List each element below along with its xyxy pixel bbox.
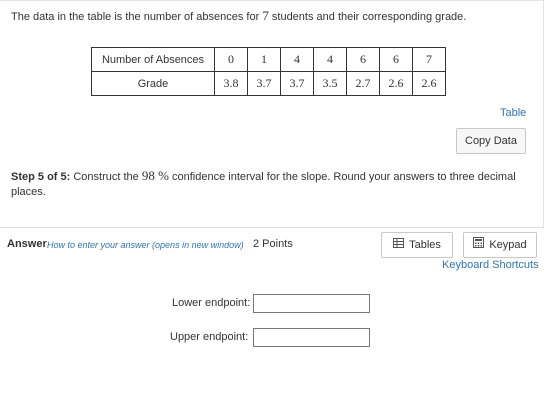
intro-before: The data in the table is the number of a… bbox=[11, 11, 260, 23]
upper-endpoint-label: Upper endpoint: bbox=[170, 331, 249, 343]
table-cell: 3.7 bbox=[280, 71, 314, 96]
answer-label: Answer bbox=[7, 238, 47, 250]
row-header-absences: Number of Absences bbox=[91, 47, 215, 72]
step-percent: 98 % bbox=[141, 168, 169, 183]
table-cell: 3.5 bbox=[313, 71, 347, 96]
lower-endpoint-label: Lower endpoint: bbox=[172, 297, 251, 309]
tables-button-label: Tables bbox=[409, 239, 441, 251]
table-cell: 2.7 bbox=[346, 71, 380, 96]
keypad-icon bbox=[473, 233, 485, 257]
table-cell: 3.8 bbox=[214, 71, 248, 96]
table-row-grade: Grade 3.8 3.7 3.7 3.5 2.7 2.6 2.6 bbox=[91, 71, 446, 96]
keypad-button[interactable]: Keypad bbox=[463, 232, 537, 258]
table-cell: 6 bbox=[379, 47, 413, 72]
table-cell: 2.6 bbox=[379, 71, 413, 96]
row-header-grade: Grade bbox=[91, 71, 215, 96]
table-cell: 4 bbox=[280, 47, 314, 72]
table-cell: 2.6 bbox=[412, 71, 446, 96]
intro-n: 7 bbox=[262, 8, 269, 23]
keyboard-shortcuts-link[interactable]: Keyboard Shortcuts bbox=[442, 259, 539, 271]
copy-data-button[interactable]: Copy Data bbox=[456, 128, 526, 154]
tables-button[interactable]: Tables bbox=[381, 232, 453, 258]
table-cell: 0 bbox=[214, 47, 248, 72]
how-to-enter-link[interactable]: How to enter your answer (opens in new w… bbox=[47, 240, 244, 250]
keypad-button-label: Keypad bbox=[489, 239, 527, 251]
table-cell: 6 bbox=[346, 47, 380, 72]
table-cell: 7 bbox=[412, 47, 446, 72]
table-link[interactable]: Table bbox=[500, 107, 526, 119]
points-label: 2 Points bbox=[253, 238, 293, 250]
top-border bbox=[0, 0, 544, 1]
table-cell: 3.7 bbox=[247, 71, 281, 96]
lower-endpoint-input[interactable] bbox=[253, 294, 370, 313]
table-row-absences: Number of Absences 0 1 4 4 6 6 7 bbox=[91, 47, 446, 72]
table-grid-icon bbox=[393, 233, 405, 257]
step-before: Construct the bbox=[73, 171, 139, 183]
table-cell: 4 bbox=[313, 47, 347, 72]
step-instructions: Step 5 of 5: Construct the 98 % confiden… bbox=[11, 168, 531, 200]
table-cell: 1 bbox=[247, 47, 281, 72]
data-table: Number of Absences 0 1 4 4 6 6 7 Grade 3… bbox=[91, 47, 446, 96]
intro-text: The data in the table is the number of a… bbox=[11, 8, 466, 24]
upper-endpoint-input[interactable] bbox=[253, 328, 370, 347]
step-label: Step 5 of 5: bbox=[11, 171, 71, 183]
intro-after: students and their corresponding grade. bbox=[271, 11, 467, 23]
section-divider bbox=[0, 227, 544, 228]
